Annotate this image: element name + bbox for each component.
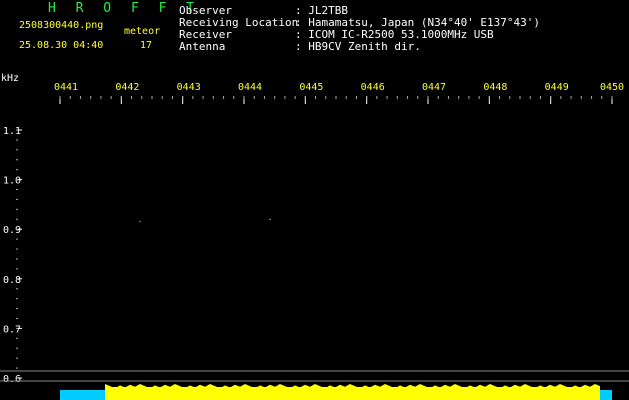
y-tick-label: 0.8 [3,275,21,286]
y-tick-label: 0.7 [3,324,21,335]
x-tick-label: 0441 [54,82,78,93]
noise-dot [269,218,271,221]
x-tick-label: 0445 [299,82,323,93]
spectrogram-plot: 1.1 1.0 0.9 0.8 0.7 0.6 0441 0442 0443 0444 0445 04… [0,82,629,400]
y-tick-label: 1.0 [3,176,21,187]
y-tick-label: 0.9 [3,225,21,236]
hrofft-screen: H R O F F T 2508300440.png meteor 25.08.… [0,0,629,400]
x-tick-label: 0442 [115,82,139,93]
noise-band-cyan-end [600,390,612,400]
noise-band-edge [105,384,600,400]
x-tick-label: 0444 [238,82,262,93]
x-tick-label: 0449 [545,82,569,93]
x-tick-label: 0443 [177,82,201,93]
y-tick-label: 0.6 [3,374,21,385]
x-tick-label: 0446 [361,82,385,93]
x-tick-label: 0447 [422,82,446,93]
y-tick-label: 1.1 [3,126,21,137]
x-tick-label: 0448 [483,82,507,93]
x-tick-label: 0450 [600,82,624,93]
noise-dot [139,220,141,223]
